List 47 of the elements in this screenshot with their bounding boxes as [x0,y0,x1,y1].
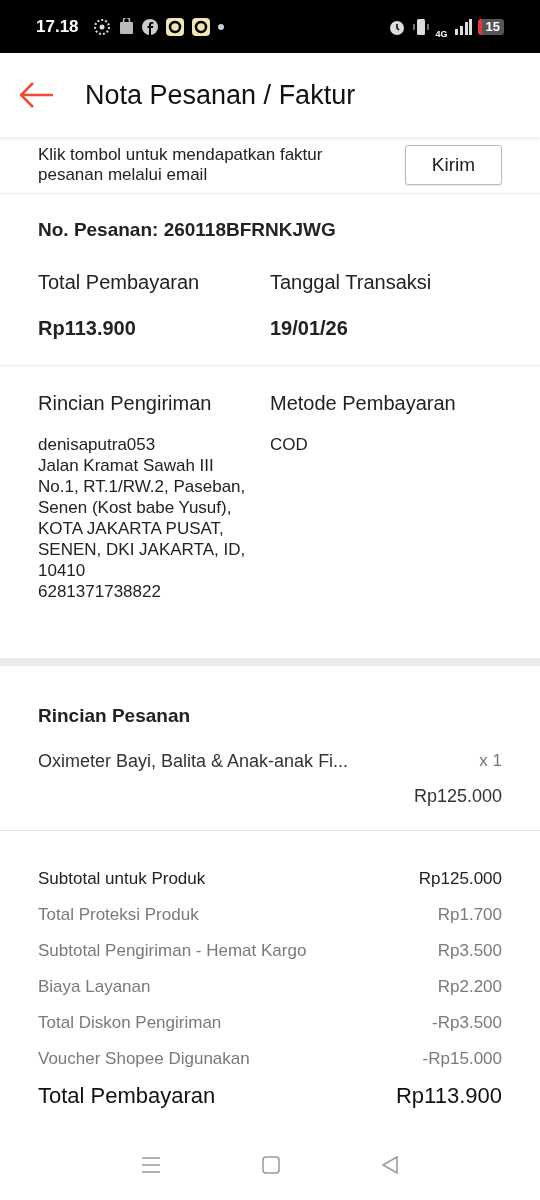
snowflake-icon [92,17,111,36]
battery-level: 15 [477,18,504,35]
payment-method-label: Metode Pembayaran [270,390,457,416]
product-quantity: x 1 [479,750,502,772]
summary-label: Voucher Shopee Digunakan [38,1048,250,1071]
menu-icon[interactable] [140,1156,161,1174]
summary-label: Subtotal untuk Produk [38,868,206,891]
summary-value: Rp2.200 [437,976,502,999]
shipping-details-label: Rincian Pengiriman [38,390,213,416]
app-icon [191,17,210,36]
vibrate-icon [411,17,430,36]
summary-value: Rp125.000 [418,868,502,891]
summary-value: -Rp15.000 [422,1048,502,1071]
summary-value: Rp1.700 [437,904,502,927]
summary-label: Total Proteksi Produk [38,904,199,927]
send-button[interactable]: Kirim [405,145,502,185]
total-payment-value: Rp113.900 [38,315,137,341]
status-time: 17.18 [36,15,79,38]
order-number: No. Pesanan: 260118BFRNKJWG [38,218,337,242]
payment-method-value: COD [270,433,309,456]
product-price: Rp125.000 [413,785,502,808]
back-triangle-icon[interactable] [381,1156,400,1174]
transaction-date-label: Tanggal Transaksi [270,269,433,295]
summary-value: -Rp3.500 [432,1012,502,1035]
summary-label: Total Diskon Pengiriman [38,1012,222,1035]
shipping-address-line: Jalan Kramat Sawah III No.1, RT.1/RW.2, Paseban, Senen (Kost babe Yusuf), KOTA JAKARTA PUSAT, SENEN, DKI JAKARTA, ID, 10410 [38,454,247,581]
facebook-icon [141,18,158,35]
transaction-date-value: 19/01/26 [270,315,349,341]
shipping-address-line: 6281371738822 [38,580,162,602]
back-arrow-icon[interactable] [20,82,54,108]
app-icon [165,17,184,36]
product-name: Oximeter Bayi, Balita & Anak-anak Fi... [38,750,349,773]
email-invoice-hint: Klik tombol untuk mendapatkan faktur pesanan melalui email [38,145,324,185]
dot-icon [217,23,224,30]
total-payment-label: Total Pembayaran [38,269,201,295]
summary-label: Total Pembayaran [38,1081,216,1110]
summary-label: Subtotal Pengiriman - Hemat Kargo [38,940,307,963]
shopping-bag-icon [118,18,134,35]
home-square-icon[interactable] [262,1156,280,1174]
network-type: 4G [435,30,448,39]
page-title: Nota Pesanan / Faktur [85,78,356,112]
summary-value: Rp113.900 [396,1081,502,1110]
order-details-title: Rincian Pesanan [38,703,192,728]
summary-value: Rp3.500 [437,940,502,963]
signal-icon [453,17,472,36]
shipping-address-line: denisaputra053 [38,433,157,455]
summary-label: Biaya Layanan [38,976,151,999]
